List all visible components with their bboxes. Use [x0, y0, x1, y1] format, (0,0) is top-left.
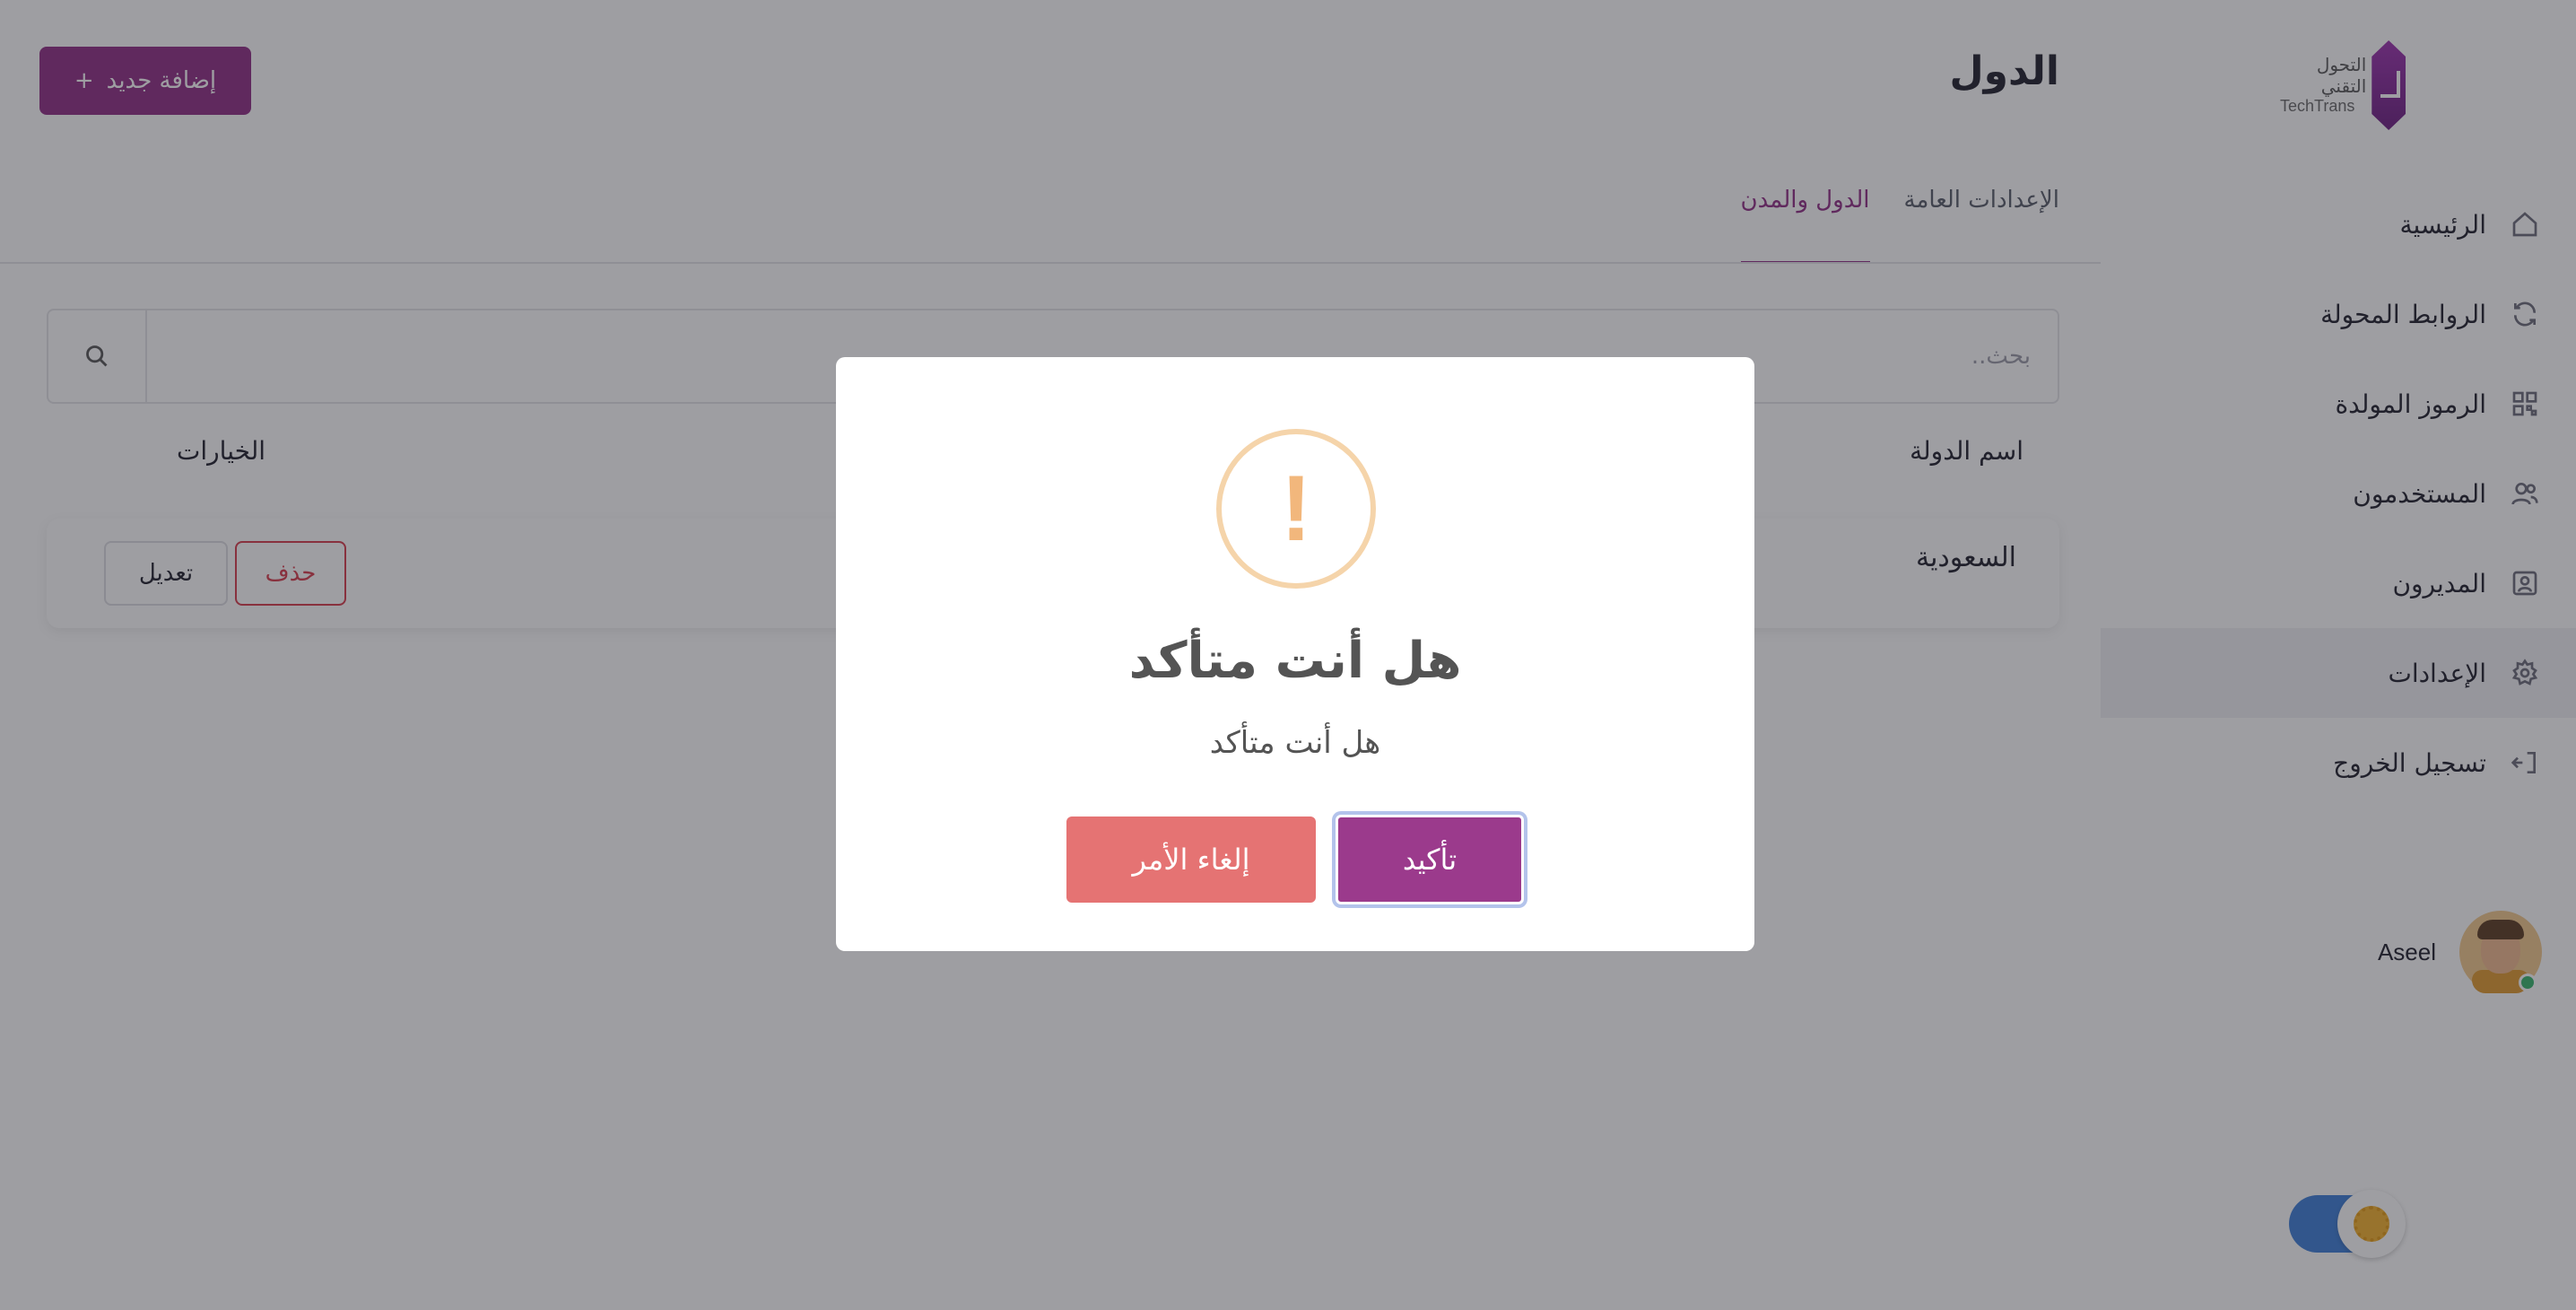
confirm-button[interactable]: تأكيد: [1336, 815, 1524, 904]
dialog-text: هل أنت متأكد: [1209, 725, 1381, 761]
dialog-actions: تأكيد إلغاء الأمر: [836, 815, 1754, 904]
dialog-title: هل أنت متأكد: [1128, 632, 1462, 690]
app: التحول التقني TechTrans الرئيسية الروابط…: [0, 0, 2576, 1310]
confirm-dialog: ! هل أنت متأكد هل أنت متأكد تأكيد إلغاء …: [836, 357, 1754, 951]
cancel-button[interactable]: إلغاء الأمر: [1066, 817, 1316, 903]
warning-icon: !: [1216, 429, 1376, 589]
